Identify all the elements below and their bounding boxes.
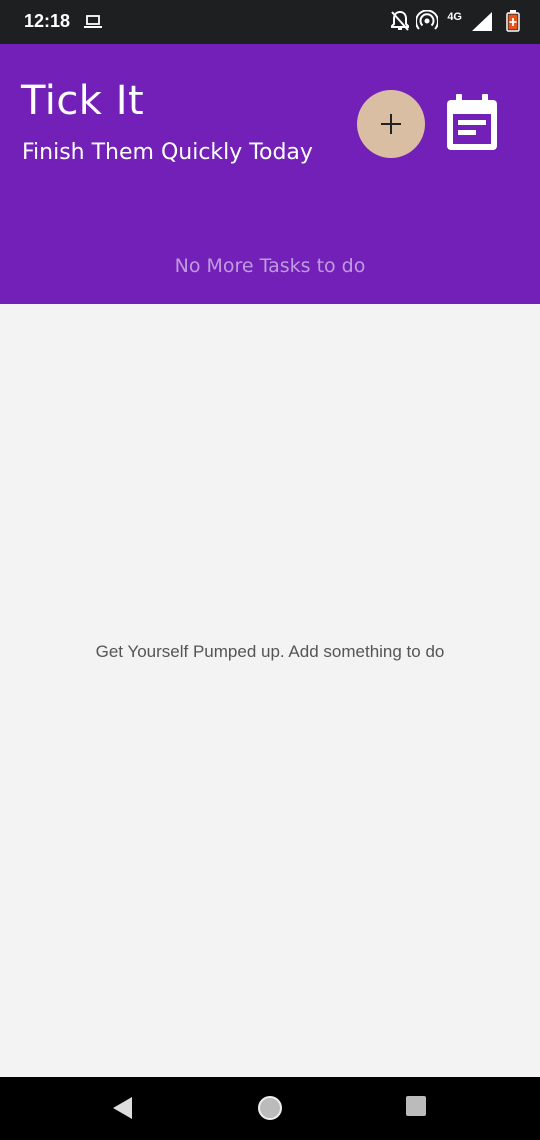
plus-icon <box>381 114 401 134</box>
empty-state-message: Get Yourself Pumped up. Add something to… <box>95 642 445 661</box>
task-list-area: Get Yourself Pumped up. Add something to… <box>0 304 540 1077</box>
laptop-icon <box>84 15 102 34</box>
calendar-icon <box>447 94 497 150</box>
no-tasks-label: No More Tasks to do <box>174 255 366 277</box>
battery-icon <box>506 10 520 32</box>
app-header: Tick It Finish Them Quickly Today No Mor… <box>0 44 540 304</box>
back-icon[interactable] <box>110 1095 134 1121</box>
app-title: Tick It <box>21 78 145 124</box>
signal-icon <box>472 12 492 31</box>
home-icon[interactable] <box>257 1095 283 1121</box>
recents-icon[interactable] <box>405 1095 427 1117</box>
status-time: 12:18 <box>24 11 71 31</box>
calendar-button[interactable] <box>443 92 501 152</box>
notifications-off-icon <box>391 10 409 31</box>
add-task-button[interactable] <box>357 90 425 158</box>
hotspot-icon <box>416 10 438 30</box>
navigation-bar <box>0 1077 540 1140</box>
status-bar: 12:18 4G <box>0 0 540 44</box>
app-subtitle: Finish Them Quickly Today <box>22 140 313 165</box>
network-4g-icon: 4G <box>447 11 462 23</box>
